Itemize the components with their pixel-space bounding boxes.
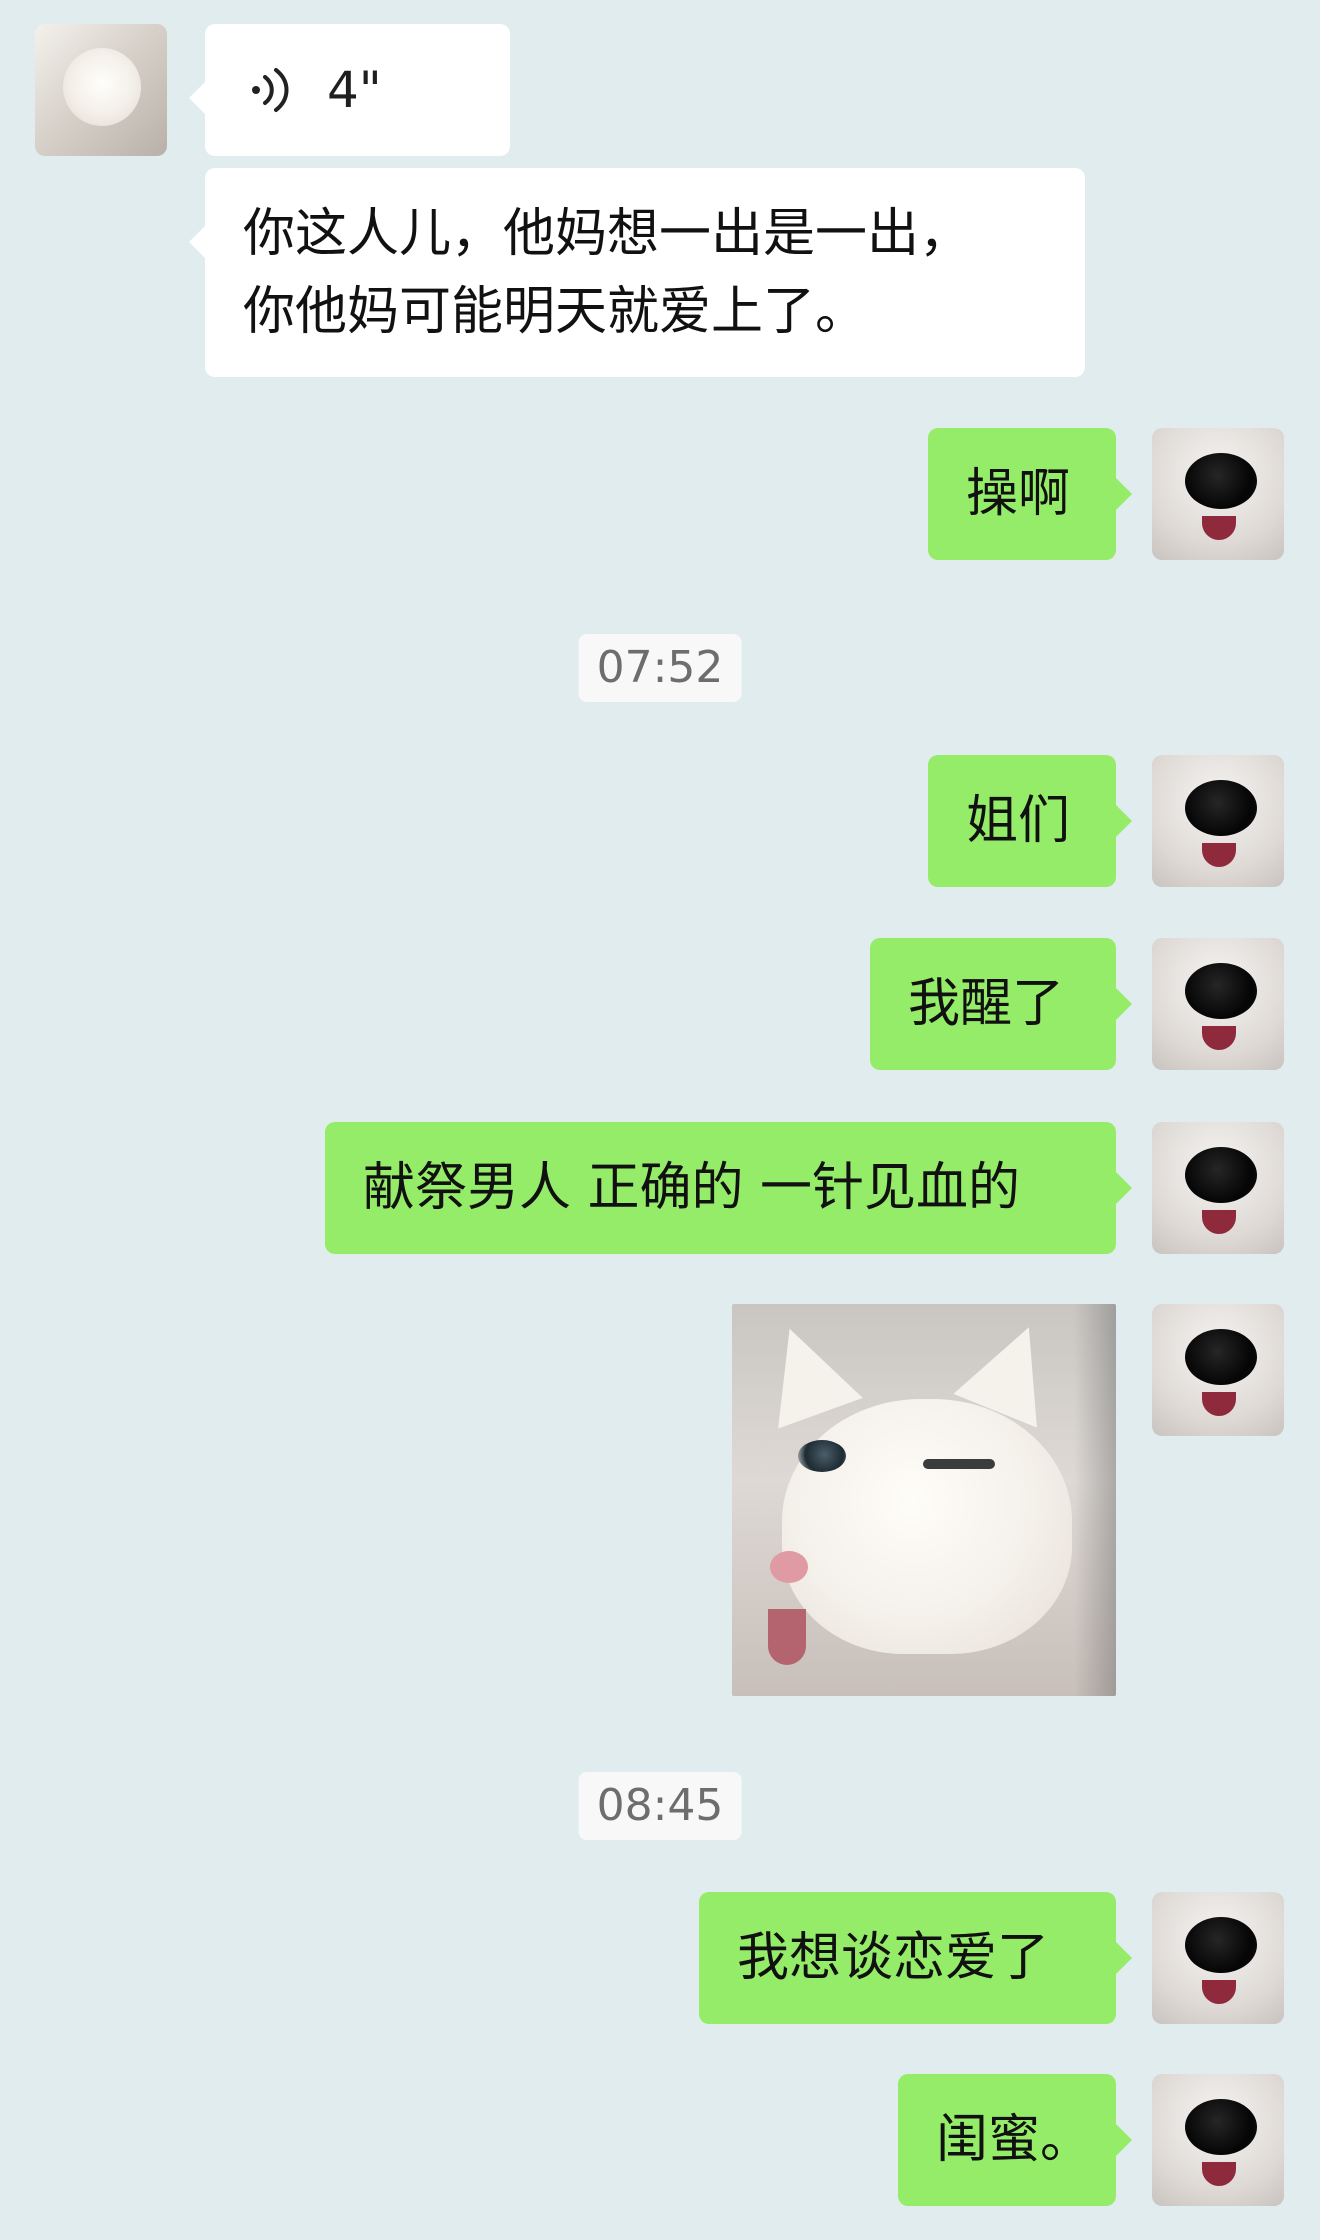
cat-nose (770, 1551, 808, 1583)
my-avatar[interactable] (1152, 428, 1284, 560)
message-timestamp: 07:52 (578, 634, 742, 702)
outgoing-message-text: 操啊 (966, 464, 1071, 524)
avatar-cat-tongue (1202, 1392, 1236, 1416)
outgoing-message-text: 我醒了 (908, 974, 1065, 1034)
avatar-cat-snout (1185, 963, 1257, 1019)
outgoing-text-message[interactable]: 我醒了 (870, 938, 1132, 1070)
outgoing-text-message[interactable]: 闺蜜。 (898, 2074, 1132, 2206)
outgoing-message-text: 献祭男人 正确的 一针见血的 (363, 1158, 1021, 1218)
incoming-message-line-1: 你这人儿，他妈想一出是一出， (243, 204, 972, 264)
avatar-cat-tongue (1202, 2162, 1236, 2186)
avatar-cat-snout (1185, 453, 1257, 509)
avatar-cat-tongue (1202, 1210, 1236, 1234)
outgoing-message-text: 姐们 (966, 791, 1071, 851)
outgoing-message-text: 我想谈恋爱了 (737, 1928, 1050, 1988)
outgoing-message-text: 闺蜜。 (936, 2110, 1093, 2170)
cat-tongue (768, 1609, 806, 1665)
voice-message-duration: 4" (327, 61, 382, 119)
avatar-cat-tongue (1202, 1980, 1236, 2004)
my-avatar[interactable] (1152, 938, 1284, 1070)
my-avatar[interactable] (1152, 1122, 1284, 1254)
cat-ear-left (747, 1313, 863, 1429)
white-cat-face (782, 1399, 1072, 1654)
voice-message-bubble[interactable]: 4" (189, 24, 510, 156)
white-cat-sticker-message[interactable] (732, 1304, 1116, 1696)
avatar-cat-snout (1185, 780, 1257, 836)
my-avatar[interactable] (1152, 2074, 1284, 2206)
message-timestamp: 08:45 (578, 1772, 742, 1840)
incoming-text-message[interactable]: 你这人儿，他妈想一出是一出， 你他妈可能明天就爱上了。 (189, 168, 1085, 377)
my-avatar[interactable] (1152, 1304, 1284, 1436)
avatar-cat-snout (1185, 1147, 1257, 1203)
my-avatar[interactable] (1152, 1892, 1284, 2024)
voice-message-icon (252, 68, 289, 112)
avatar-cat-snout (1185, 1917, 1257, 1973)
incoming-message-line-2: 你他妈可能明天就爱上了。 (243, 282, 868, 342)
outgoing-text-message[interactable]: 姐们 (928, 755, 1132, 887)
avatar-cat-tongue (1202, 843, 1236, 867)
outgoing-text-message[interactable]: 操啊 (928, 428, 1132, 560)
avatar-cat-snout (1185, 2099, 1257, 2155)
cat-eye-right (923, 1459, 995, 1469)
image-shadow (1074, 1304, 1116, 1696)
outgoing-text-message[interactable]: 献祭男人 正确的 一针见血的 (325, 1122, 1132, 1254)
avatar-cat-snout (1185, 1329, 1257, 1385)
avatar-cat-tongue (1202, 516, 1236, 540)
outgoing-text-message[interactable]: 我想谈恋爱了 (699, 1892, 1132, 2024)
avatar-cat-tongue (1202, 1026, 1236, 1050)
cat-eye-left (798, 1440, 846, 1472)
my-avatar[interactable] (1152, 755, 1284, 887)
contact-avatar-voice-message[interactable] (35, 24, 167, 156)
